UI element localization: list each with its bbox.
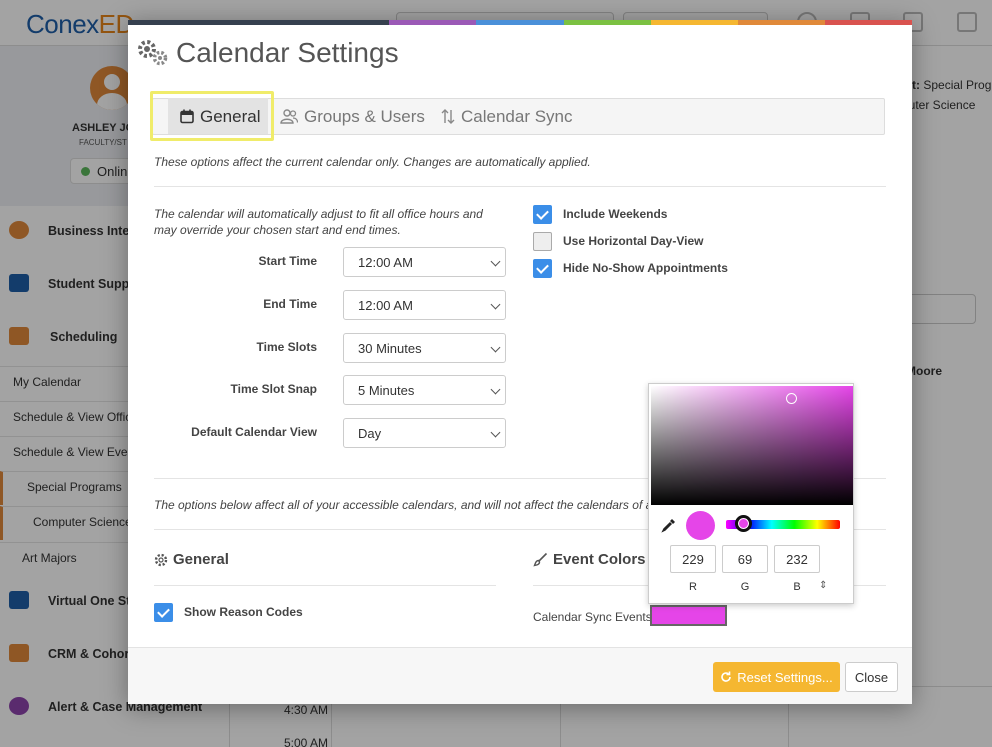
reset-icon: [721, 671, 732, 682]
green-label: G: [740, 581, 750, 593]
saturation-handle[interactable]: [786, 393, 797, 404]
modal-footer: Reset Settings... Close: [128, 647, 912, 704]
close-button[interactable]: Close: [845, 662, 898, 692]
show-reason-codes-label: Show Reason Codes: [184, 605, 303, 619]
divider: [154, 186, 886, 187]
include-weekends-label: Include Weekends: [563, 207, 668, 221]
saturation-value-area[interactable]: [651, 386, 853, 505]
users-icon: [280, 109, 298, 124]
time-slots-select[interactable]: 30 Minutes: [343, 333, 506, 363]
select-value: 12:00 AM: [358, 298, 413, 313]
calendar-sync-events-label: Calendar Sync Events: [533, 610, 652, 624]
modal-title: Calendar Settings: [176, 37, 399, 68]
gear-icon: [154, 553, 168, 566]
end-time-label: End Time: [263, 297, 317, 311]
end-time-select[interactable]: 12:00 AM: [343, 290, 506, 320]
reset-settings-button[interactable]: Reset Settings...: [713, 662, 840, 692]
blue-input[interactable]: 232: [774, 545, 820, 573]
blue-label: B: [793, 581, 801, 593]
section-title-text: Event Colors: [553, 551, 646, 568]
tab-general-highlight: [150, 91, 274, 141]
tab-label: Groups & Users: [304, 106, 425, 126]
chevron-down-icon: [490, 427, 501, 438]
close-label: Close: [854, 669, 889, 685]
gears-icon: [138, 40, 168, 66]
time-slot-snap-label: Time Slot Snap: [230, 382, 317, 396]
show-reason-codes-checkbox[interactable]: [154, 603, 173, 622]
color-mode-toggle-icon[interactable]: ⇕: [819, 580, 827, 591]
general-section-title: General: [154, 551, 229, 568]
color-picker-popover: 229 69 232 R G B ⇕: [648, 383, 854, 604]
select-value: Day: [358, 426, 382, 441]
paint-brush-icon: [533, 552, 548, 567]
swatch-fill: [654, 609, 723, 622]
hue-slider-handle[interactable]: [735, 515, 752, 532]
time-slot-snap-select[interactable]: 5 Minutes: [343, 375, 506, 405]
hide-no-show-label: Hide No-Show Appointments: [563, 261, 728, 275]
current-calendar-note: These options affect the current calenda…: [154, 155, 591, 169]
horizontal-day-view-label: Use Horizontal Day-View: [563, 234, 704, 248]
eyedropper-icon[interactable]: [661, 517, 677, 533]
tab-groups-users[interactable]: Groups & Users: [280, 98, 425, 135]
hide-no-show-checkbox[interactable]: [533, 259, 552, 278]
sync-arrows-icon: [441, 109, 455, 124]
modal-header: Calendar Settings: [128, 25, 912, 85]
include-weekends-checkbox[interactable]: [533, 205, 552, 224]
red-input[interactable]: 229: [670, 545, 716, 573]
chevron-down-icon: [490, 299, 501, 310]
red-label: R: [689, 581, 697, 593]
event-colors-section-title: Event Colors: [533, 551, 646, 568]
divider: [154, 585, 496, 586]
start-time-select[interactable]: 12:00 AM: [343, 247, 506, 277]
calendar-sync-color-swatch[interactable]: [650, 605, 727, 626]
chevron-down-icon: [490, 256, 501, 267]
select-value: 5 Minutes: [358, 383, 415, 398]
tab-label: Calendar Sync: [461, 106, 573, 126]
section-title-text: General: [173, 551, 229, 568]
all-calendars-note: The options below affect all of your acc…: [154, 498, 648, 512]
chevron-down-icon: [490, 342, 501, 353]
tab-calendar-sync[interactable]: Calendar Sync: [441, 98, 573, 135]
horizontal-day-view-checkbox[interactable]: [533, 232, 552, 251]
select-value: 12:00 AM: [358, 255, 413, 270]
color-preview: [686, 511, 715, 540]
default-view-label: Default Calendar View: [191, 425, 317, 439]
chevron-down-icon: [490, 384, 501, 395]
start-time-label: Start Time: [258, 254, 317, 268]
time-slots-label: Time Slots: [256, 340, 317, 354]
auto-adjust-note: The calendar will automatically adjust t…: [154, 207, 483, 237]
reset-label: Reset Settings...: [737, 669, 833, 685]
default-view-select[interactable]: Day: [343, 418, 506, 448]
select-value: 30 Minutes: [358, 341, 422, 356]
green-input[interactable]: 69: [722, 545, 768, 573]
